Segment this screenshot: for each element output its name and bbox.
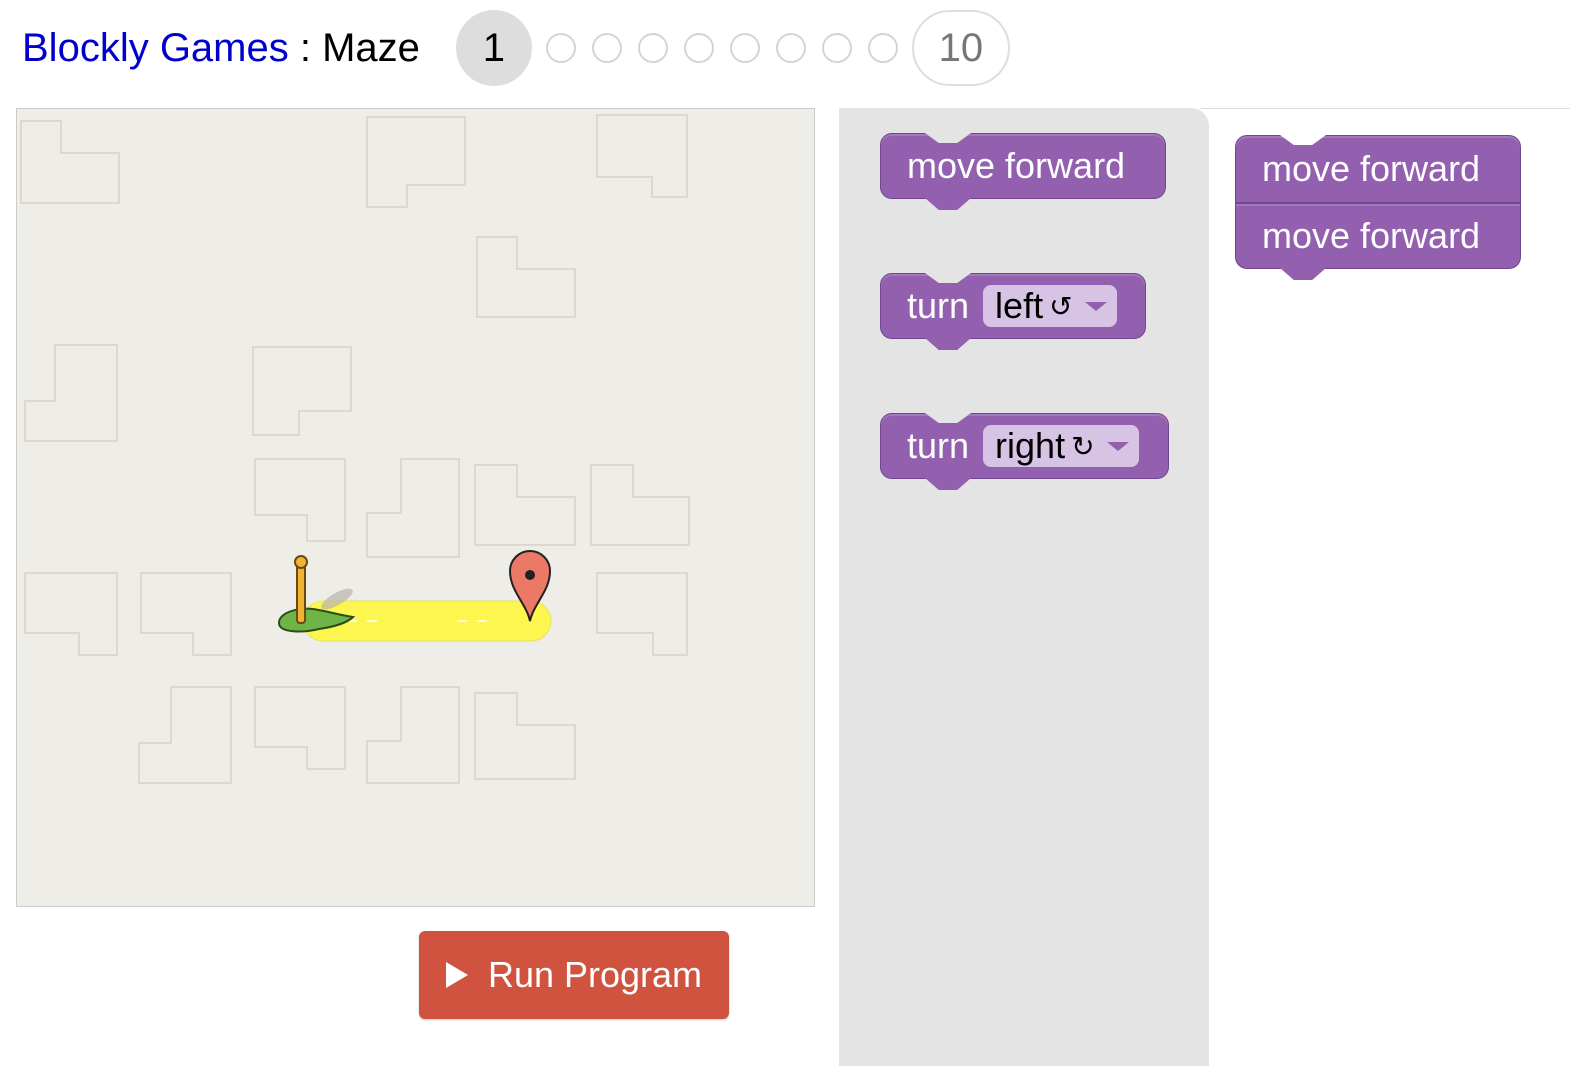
level-4-dot[interactable] [637,33,668,63]
level-6-dot[interactable] [729,33,760,63]
toolbox-block-move-forward[interactable]: move forward [880,133,1166,210]
dropdown-value: left [995,285,1044,326]
start-marker [277,555,356,633]
block-label: move forward [1262,215,1481,256]
header: Blockly Games : Maze 1 10 [22,0,1010,96]
level-7-dot[interactable] [775,33,806,63]
game-title: Maze [322,25,420,70]
chevron-down-icon [1084,301,1107,311]
block-label: turn [907,425,970,466]
direction-dropdown[interactable]: right ↻ [983,425,1139,467]
block-label: move forward [1262,148,1481,189]
rotate-left-icon: ↺ [1049,290,1073,322]
blocks-toolbox [839,108,1209,1066]
maze-board [16,108,815,907]
app-title-link[interactable]: Blockly Games [22,26,289,70]
level-10-button[interactable]: 10 [911,10,1010,86]
run-button-label: Run Program [487,954,703,995]
block-label: turn [907,285,970,326]
title-separator: : [288,25,323,70]
dropdown-value: right [995,425,1066,466]
level-5-dot[interactable] [683,33,714,63]
maze-svg [20,114,690,784]
direction-dropdown[interactable]: left ↺ [983,285,1117,327]
level-9-dot[interactable] [867,33,898,63]
workspace-block-move-forward-2[interactable]: move forward [1235,203,1521,280]
page-title: Blockly Games : Maze [22,26,420,71]
toolbox-block-turn-right[interactable]: turn right ↻ [880,413,1169,490]
level-2-dot[interactable] [545,33,576,63]
workspace-border [1200,108,1570,109]
level-selector: 1 10 [455,10,1010,86]
maze-wall-tiles [20,114,690,784]
run-program-button[interactable]: Run Program [419,931,729,1019]
toolbox-block-turn-left[interactable]: turn left ↺ [880,273,1146,350]
level-3-dot[interactable] [591,33,622,63]
play-icon [445,962,468,988]
block-label: move forward [907,145,1126,186]
chevron-down-icon [1106,441,1129,451]
level-1-current[interactable]: 1 [455,10,532,86]
rotate-right-icon: ↻ [1071,430,1095,462]
workspace-block-move-forward-1[interactable]: move forward [1235,135,1521,203]
level-8-dot[interactable] [821,33,852,63]
